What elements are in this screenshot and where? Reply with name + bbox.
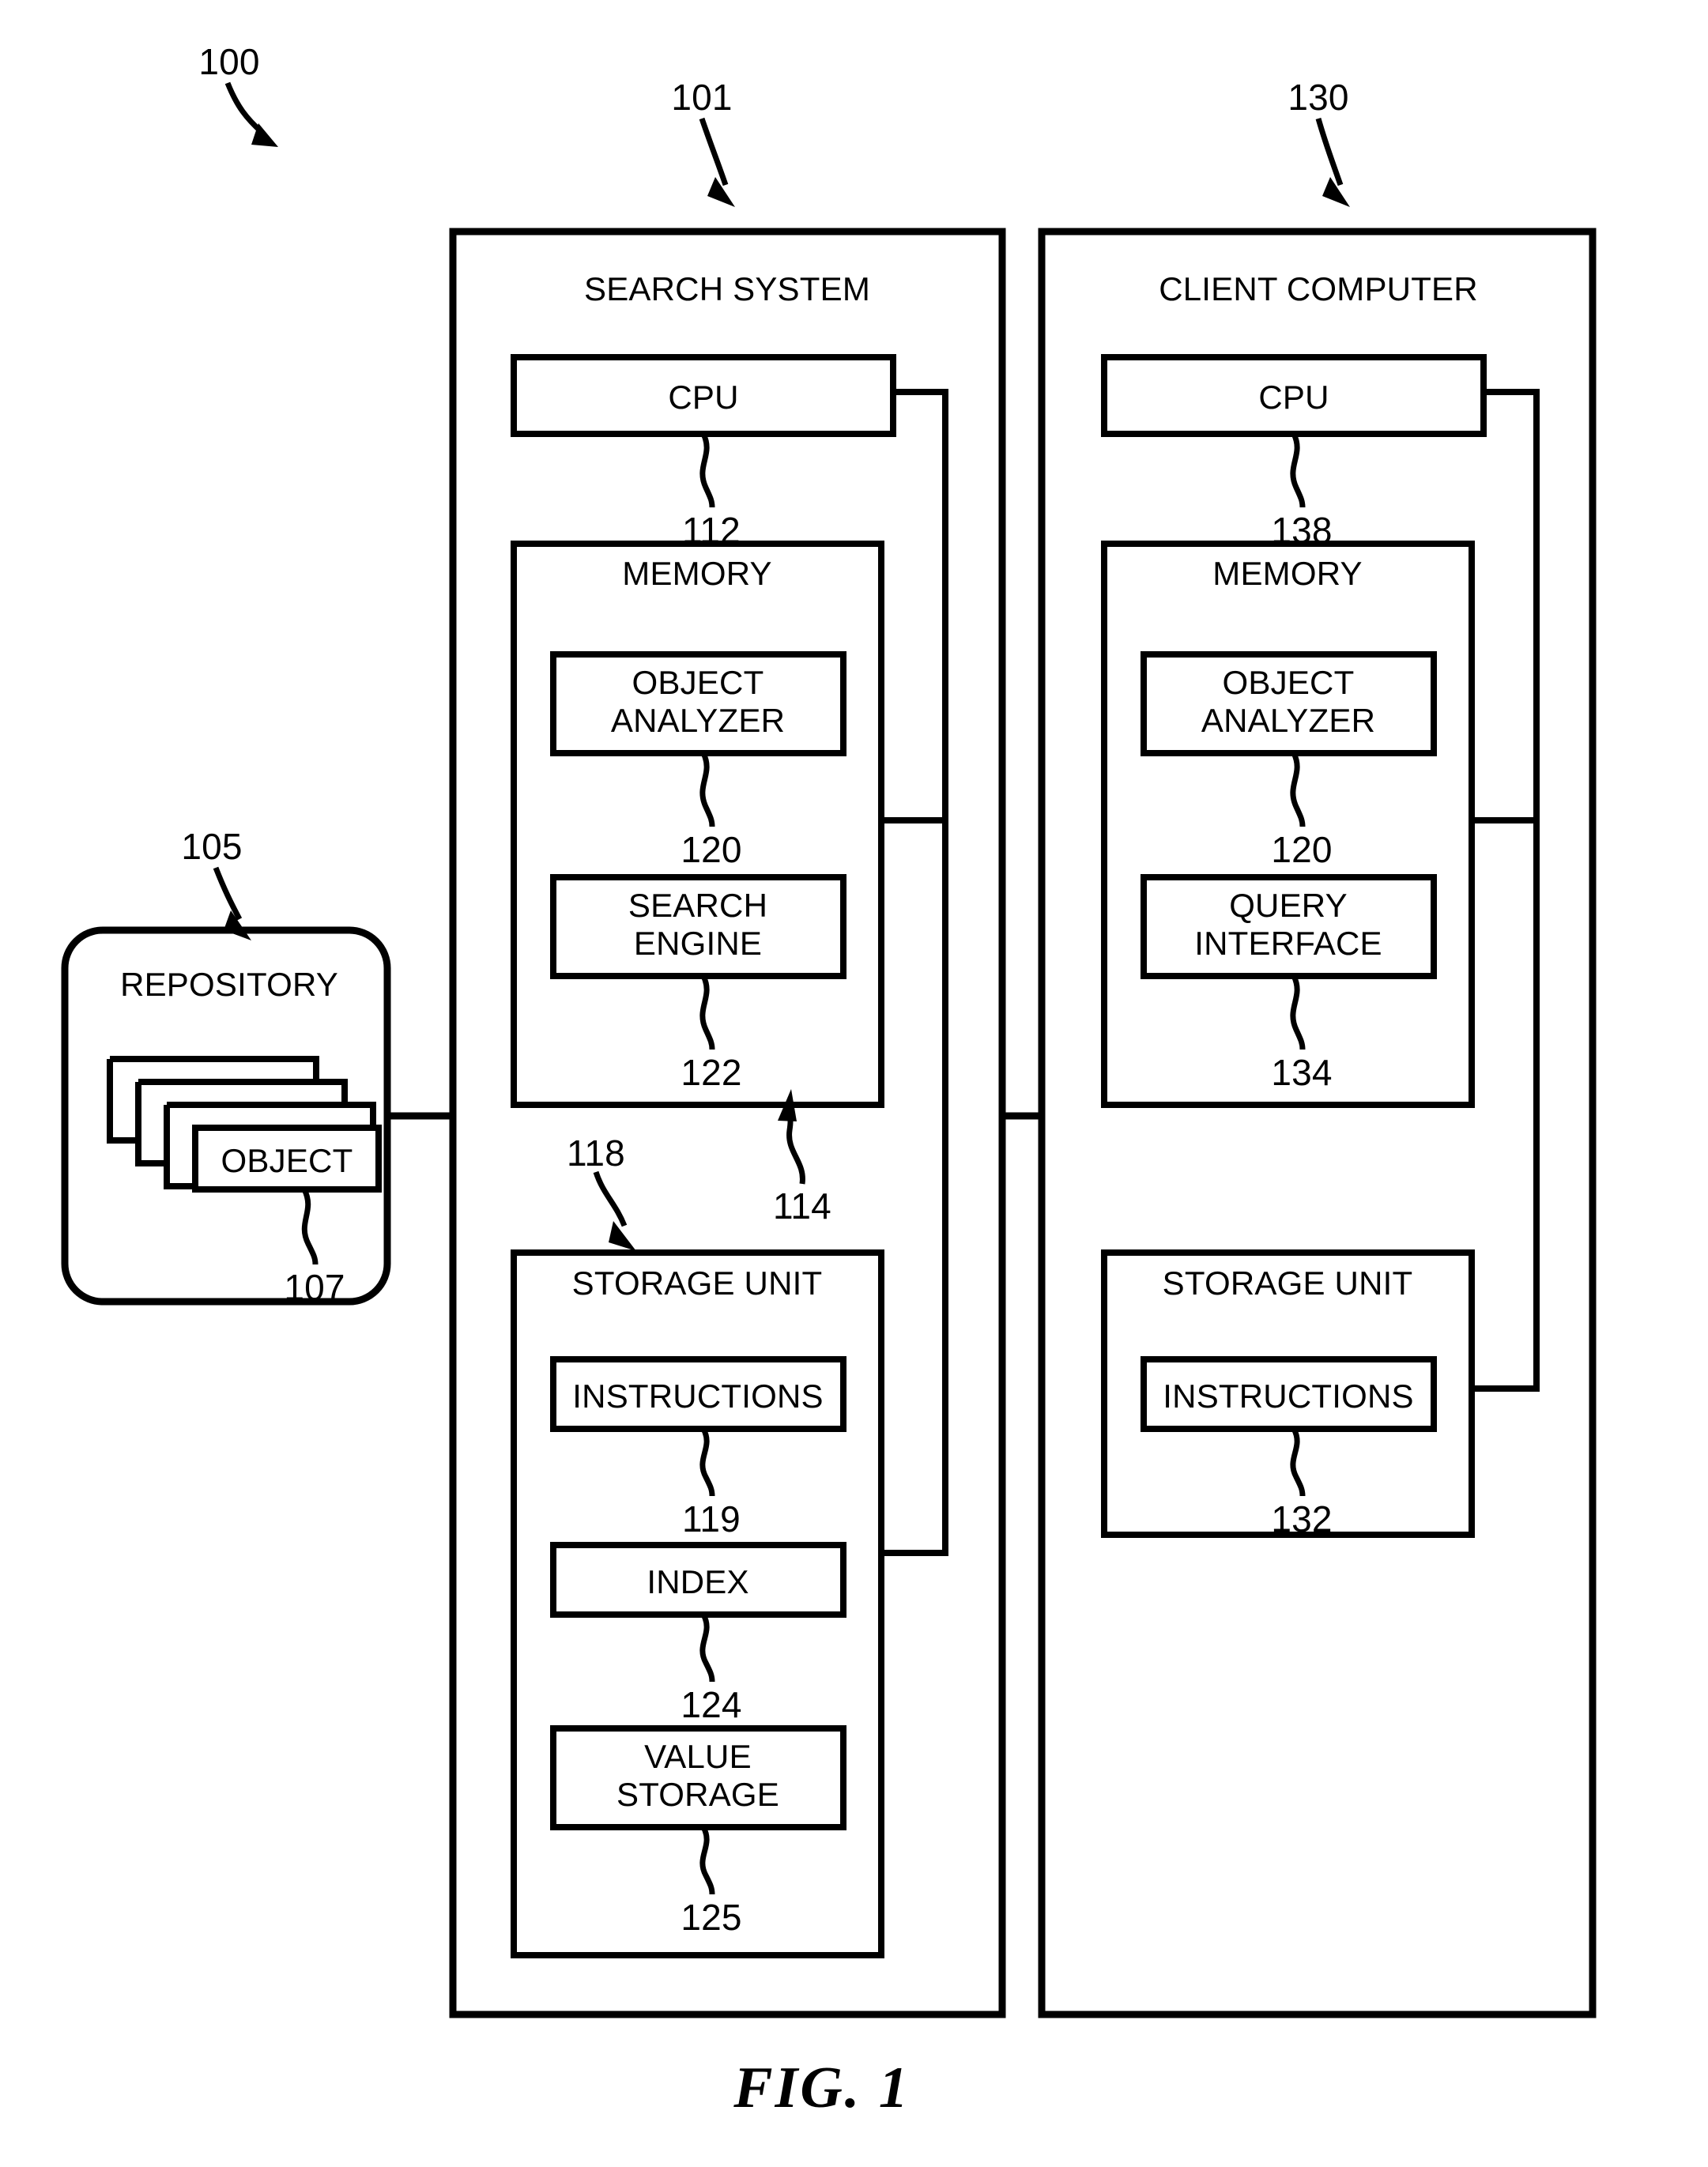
ref-number-105: 105 (181, 826, 243, 867)
client-cpu-label: CPU (1258, 379, 1329, 416)
leader-120-search (699, 752, 715, 827)
ref-number-100: 100 (198, 41, 260, 82)
ref-number-130: 130 (1288, 77, 1349, 118)
leader-100 (224, 81, 265, 135)
ref-number-114: 114 (773, 1185, 831, 1227)
ref-number-118: 118 (567, 1132, 625, 1174)
client-computer-title: CLIENT COMPUTER (1159, 270, 1478, 307)
figure-line-art (61, 81, 1597, 2018)
leader-132 (1290, 1427, 1306, 1497)
patent-figure-1: 100 101 SEARCH SYSTEM CPU 112 MEMORY OBJ… (0, 0, 1708, 2167)
ref-number-122: 122 (681, 1052, 742, 1093)
ref-number-124: 124 (681, 1684, 742, 1725)
leader-122 (699, 974, 715, 1050)
object-label: OBJECT (221, 1142, 353, 1179)
arrowhead-101 (707, 177, 735, 207)
leader-114 (785, 1110, 805, 1185)
leader-101 (699, 117, 729, 187)
ref-number-120-client: 120 (1271, 829, 1333, 870)
figure-caption: FIG. 1 (733, 2056, 911, 2120)
ref-number-101: 101 (671, 77, 733, 118)
search-object-analyzer-label: OBJECT ANALYZER (610, 664, 786, 739)
leader-124 (699, 1613, 715, 1683)
search-storage-unit-title: STORAGE UNIT (571, 1264, 823, 1302)
leader-107 (301, 1188, 319, 1265)
leader-138 (1290, 432, 1306, 508)
search-cpu-label: CPU (668, 379, 739, 416)
client-object-analyzer-label: OBJECT ANALYZER (1201, 664, 1376, 739)
client-memory-box (1101, 541, 1475, 1108)
ref-number-120-search: 120 (681, 829, 742, 870)
leader-112 (699, 432, 715, 508)
ref-number-132: 132 (1271, 1498, 1333, 1540)
search-instructions-label: INSTRUCTIONS (572, 1377, 824, 1415)
client-query-interface-label: QUERY INTERFACE (1194, 887, 1382, 962)
leader-120-client (1290, 752, 1306, 827)
leader-119 (699, 1427, 715, 1497)
leader-105 (213, 866, 243, 921)
search-system-bus (881, 389, 948, 1556)
client-instructions-label: INSTRUCTIONS (1163, 1377, 1414, 1415)
arrowhead-130 (1322, 177, 1350, 207)
client-computer-bus (1472, 389, 1540, 1392)
client-memory-title: MEMORY (1212, 555, 1363, 592)
ref-number-134: 134 (1271, 1052, 1333, 1093)
ref-number-138: 138 (1271, 510, 1333, 551)
leader-134 (1290, 974, 1306, 1050)
search-engine-label: SEARCH ENGINE (628, 887, 768, 962)
search-system-title: SEARCH SYSTEM (584, 270, 870, 307)
search-value-storage-label: VALUE STORAGE (616, 1738, 780, 1813)
client-storage-unit-title: STORAGE UNIT (1162, 1264, 1413, 1302)
leader-118 (593, 1170, 628, 1227)
ref-number-125: 125 (681, 1897, 742, 1938)
ref-number-107: 107 (284, 1267, 345, 1308)
leader-125 (699, 1826, 715, 1895)
search-memory-title: MEMORY (622, 555, 772, 592)
ref-number-112: 112 (682, 510, 741, 551)
client-computer-box (1038, 228, 1597, 2018)
repository-title: REPOSITORY (120, 966, 338, 1003)
ref-number-119: 119 (682, 1498, 741, 1540)
search-index-label: INDEX (647, 1563, 749, 1600)
leader-130 (1315, 118, 1344, 187)
search-memory-box (511, 541, 884, 1108)
